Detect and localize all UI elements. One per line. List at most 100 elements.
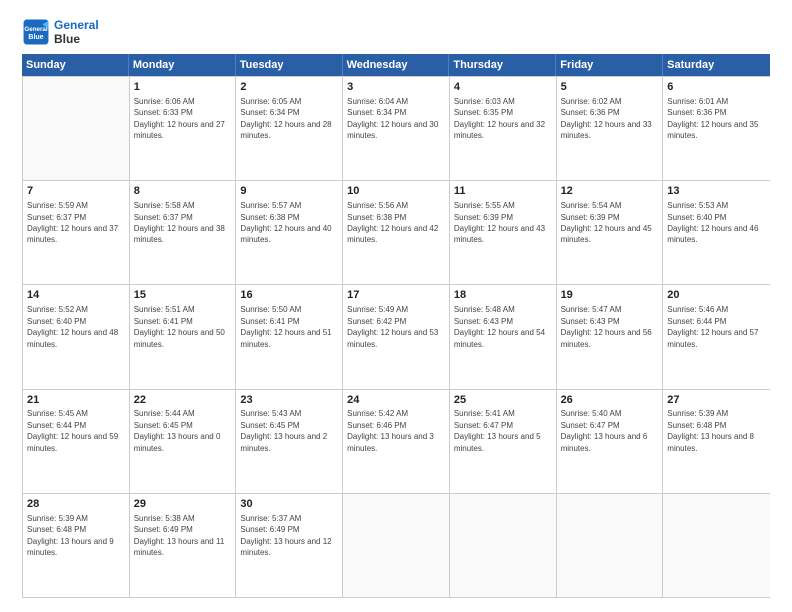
calendar-header-cell: Monday — [129, 54, 236, 76]
day-number: 20 — [667, 288, 766, 303]
calendar-cell: 30 Sunrise: 5:37 AMSunset: 6:49 PMDayligh… — [236, 494, 343, 597]
day-info: Sunrise: 6:05 AMSunset: 6:34 PMDaylight:… — [240, 97, 331, 140]
day-number: 6 — [667, 80, 766, 95]
day-number: 23 — [240, 393, 338, 408]
calendar-week: 7Sunrise: 5:59 AMSunset: 6:37 PMDaylight… — [23, 181, 770, 285]
day-number: 19 — [561, 288, 659, 303]
day-info: Sunrise: 5:49 AMSunset: 6:42 PMDaylight:… — [347, 305, 438, 348]
page: General Blue General Blue SundayMondayTu… — [0, 0, 792, 612]
day-info: Sunrise: 5:50 AMSunset: 6:41 PMDaylight:… — [240, 305, 331, 348]
day-number: 16 — [240, 288, 338, 303]
day-number: 21 — [27, 393, 125, 408]
day-info: Sunrise: 5:43 AMSunset: 6:45 PMDaylight:… — [240, 409, 327, 452]
calendar-cell: 18Sunrise: 5:48 AMSunset: 6:43 PMDayligh… — [450, 285, 557, 388]
calendar-week: 21Sunrise: 5:45 AMSunset: 6:44 PMDayligh… — [23, 390, 770, 494]
day-info: Sunrise: 5:44 AMSunset: 6:45 PMDaylight:… — [134, 409, 221, 452]
calendar-cell: 27Sunrise: 5:39 AMSunset: 6:48 PMDayligh… — [663, 390, 770, 493]
calendar-cell — [343, 494, 450, 597]
day-info: Sunrise: 5:54 AMSunset: 6:39 PMDaylight:… — [561, 201, 652, 244]
day-number: 2 — [240, 80, 338, 95]
calendar-header-cell: Tuesday — [236, 54, 343, 76]
calendar-cell: 8Sunrise: 5:58 AMSunset: 6:37 PMDaylight… — [130, 181, 237, 284]
day-number: 13 — [667, 184, 766, 199]
calendar-cell — [557, 494, 664, 597]
day-info: Sunrise: 5:40 AMSunset: 6:47 PMDaylight:… — [561, 409, 648, 452]
day-info: Sunrise: 5:57 AMSunset: 6:38 PMDaylight:… — [240, 201, 331, 244]
calendar-cell: 20 Sunrise: 5:46 AMSunset: 6:44 PMDayligh… — [663, 285, 770, 388]
day-info: Sunrise: 5:41 AMSunset: 6:47 PMDaylight:… — [454, 409, 541, 452]
logo-text: General Blue — [54, 18, 99, 46]
day-info: Sunrise: 5:45 AMSunset: 6:44 PMDaylight:… — [27, 409, 118, 452]
day-number: 28 — [27, 497, 125, 512]
day-number: 12 — [561, 184, 659, 199]
calendar-header-cell: Thursday — [449, 54, 556, 76]
calendar-cell: 24Sunrise: 5:42 AMSunset: 6:46 PMDayligh… — [343, 390, 450, 493]
day-info: Sunrise: 5:46 AMSunset: 6:44 PMDaylight:… — [667, 305, 758, 348]
calendar-header-cell: Saturday — [663, 54, 770, 76]
calendar-header-cell: Friday — [556, 54, 663, 76]
calendar-cell: 15 Sunrise: 5:51 AMSunset: 6:41 PMDayligh… — [130, 285, 237, 388]
calendar-week: 14 Sunrise: 5:52 AMSunset: 6:40 PMDayligh… — [23, 285, 770, 389]
calendar: SundayMondayTuesdayWednesdayThursdayFrid… — [22, 54, 770, 598]
calendar-cell: 25Sunrise: 5:41 AMSunset: 6:47 PMDayligh… — [450, 390, 557, 493]
calendar-week: 28 Sunrise: 5:39 AMSunset: 6:48 PMDayligh… — [23, 494, 770, 598]
calendar-header-cell: Sunday — [22, 54, 129, 76]
calendar-cell: 10 Sunrise: 5:56 AMSunset: 6:38 PMDayligh… — [343, 181, 450, 284]
day-number: 14 — [27, 288, 125, 303]
day-info: Sunrise: 5:55 AMSunset: 6:39 PMDaylight:… — [454, 201, 545, 244]
calendar-cell: 3 Sunrise: 6:04 AMSunset: 6:34 PMDaylight… — [343, 77, 450, 180]
logo-icon: General Blue — [22, 18, 50, 46]
calendar-cell — [23, 77, 130, 180]
calendar-cell: 19 Sunrise: 5:47 AMSunset: 6:43 PMDayligh… — [557, 285, 664, 388]
day-info: Sunrise: 6:03 AMSunset: 6:35 PMDaylight:… — [454, 97, 545, 140]
day-info: Sunrise: 5:56 AMSunset: 6:38 PMDaylight:… — [347, 201, 438, 244]
day-info: Sunrise: 6:01 AMSunset: 6:36 PMDaylight:… — [667, 97, 758, 140]
day-info: Sunrise: 6:04 AMSunset: 6:34 PMDaylight:… — [347, 97, 438, 140]
calendar-cell: 29 Sunrise: 5:38 AMSunset: 6:49 PMDayligh… — [130, 494, 237, 597]
day-number: 22 — [134, 393, 232, 408]
day-info: Sunrise: 6:02 AMSunset: 6:36 PMDaylight:… — [561, 97, 652, 140]
calendar-cell — [663, 494, 770, 597]
calendar-cell: 17 Sunrise: 5:49 AMSunset: 6:42 PMDayligh… — [343, 285, 450, 388]
calendar-cell: 6 Sunrise: 6:01 AMSunset: 6:36 PMDaylight… — [663, 77, 770, 180]
calendar-cell: 22Sunrise: 5:44 AMSunset: 6:45 PMDayligh… — [130, 390, 237, 493]
day-number: 10 — [347, 184, 445, 199]
calendar-cell: 9 Sunrise: 5:57 AMSunset: 6:38 PMDaylight… — [236, 181, 343, 284]
svg-text:Blue: Blue — [28, 34, 43, 41]
day-info: Sunrise: 5:51 AMSunset: 6:41 PMDaylight:… — [134, 305, 225, 348]
calendar-cell: 16 Sunrise: 5:50 AMSunset: 6:41 PMDayligh… — [236, 285, 343, 388]
day-number: 11 — [454, 184, 552, 199]
calendar-cell: 1 Sunrise: 6:06 AMSunset: 6:33 PMDaylight… — [130, 77, 237, 180]
day-number: 17 — [347, 288, 445, 303]
day-number: 29 — [134, 497, 232, 512]
calendar-cell: 28 Sunrise: 5:39 AMSunset: 6:48 PMDayligh… — [23, 494, 130, 597]
day-number: 3 — [347, 80, 445, 95]
day-info: Sunrise: 5:47 AMSunset: 6:43 PMDaylight:… — [561, 305, 652, 348]
calendar-cell: 12 Sunrise: 5:54 AMSunset: 6:39 PMDayligh… — [557, 181, 664, 284]
calendar-cell: 26Sunrise: 5:40 AMSunset: 6:47 PMDayligh… — [557, 390, 664, 493]
day-number: 27 — [667, 393, 766, 408]
day-info: Sunrise: 5:52 AMSunset: 6:40 PMDaylight:… — [27, 305, 118, 348]
day-number: 18 — [454, 288, 552, 303]
day-number: 9 — [240, 184, 338, 199]
day-number: 26 — [561, 393, 659, 408]
day-number: 1 — [134, 80, 232, 95]
calendar-cell: 7Sunrise: 5:59 AMSunset: 6:37 PMDaylight… — [23, 181, 130, 284]
day-number: 15 — [134, 288, 232, 303]
day-number: 30 — [240, 497, 338, 512]
logo: General Blue General Blue — [22, 18, 99, 46]
day-info: Sunrise: 5:42 AMSunset: 6:46 PMDaylight:… — [347, 409, 434, 452]
calendar-cell: 21Sunrise: 5:45 AMSunset: 6:44 PMDayligh… — [23, 390, 130, 493]
calendar-header: SundayMondayTuesdayWednesdayThursdayFrid… — [22, 54, 770, 76]
day-info: Sunrise: 5:58 AMSunset: 6:37 PMDaylight:… — [134, 201, 225, 244]
day-info: Sunrise: 6:06 AMSunset: 6:33 PMDaylight:… — [134, 97, 225, 140]
day-number: 25 — [454, 393, 552, 408]
day-info: Sunrise: 5:53 AMSunset: 6:40 PMDaylight:… — [667, 201, 758, 244]
calendar-cell: 5Sunrise: 6:02 AMSunset: 6:36 PMDaylight… — [557, 77, 664, 180]
day-info: Sunrise: 5:59 AMSunset: 6:37 PMDaylight:… — [27, 201, 118, 244]
calendar-cell: 11 Sunrise: 5:55 AMSunset: 6:39 PMDayligh… — [450, 181, 557, 284]
day-info: Sunrise: 5:39 AMSunset: 6:48 PMDaylight:… — [27, 514, 114, 557]
calendar-cell: 23Sunrise: 5:43 AMSunset: 6:45 PMDayligh… — [236, 390, 343, 493]
day-info: Sunrise: 5:38 AMSunset: 6:49 PMDaylight:… — [134, 514, 225, 557]
day-info: Sunrise: 5:37 AMSunset: 6:49 PMDaylight:… — [240, 514, 331, 557]
